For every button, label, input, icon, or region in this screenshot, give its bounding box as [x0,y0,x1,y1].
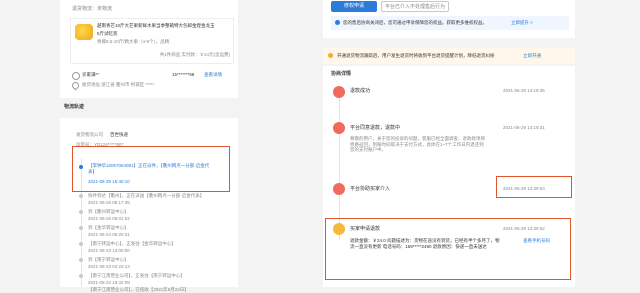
buyer-detail-link[interactable]: 查看详情 [204,72,222,78]
timeline-dot [79,226,83,230]
logistics-panel: 发货物流公司 百世快递 运单号：YD124*****80* 【李钟华100570… [60,118,238,292]
timeline-dot [79,194,83,198]
person-icon [72,72,80,80]
info-icon [335,20,340,25]
timeline-dot [79,210,83,214]
tip-text: 开通退货物流跟踪后，用户发生退货时将收到平台退货提醒计划，降低退货纠纷 [337,53,495,58]
timeline-event: 到【衢州转运中心】 [88,209,129,214]
product-spec: 青檬8.5-10斤/精大果（4-8个），品精 [97,39,170,44]
notice-link[interactable]: 立即提升 > [511,20,533,26]
timeline-time: 2021-06-25 05:01:52 [88,216,130,221]
timeline-event: 到【南宁转运中心】 [88,257,129,262]
timeline-event: 快件到达【衢州】，正在派送【衢州网点一分部·启金代表】 [88,193,205,198]
product-card[interactable]: 越南青芒10斤大芒果新鲜水果当季整箱特大包邮金煌金龙玉 5斤试吃装 青檬8.5-… [70,18,234,64]
timeline-event: 【南宁转运中心】，正发往【金华转运中心】 [88,241,176,246]
aftersale-top-panel: 修权申请 平台已介入不处理售后行为 您的售后协商关闭后，您可通过申诉保障您的权益… [323,0,575,38]
logistics-section-title: 物流轨迹 [64,104,85,110]
buyer-phone: 15*******98 [172,72,195,77]
history-actor: 退款成功 [350,88,371,94]
highlight-intervention-time [496,176,572,198]
history-body: 尊敬的用户，关于您的投诉的问题，客服已经全面调查，退款款项将原路返回，到账时间取… [350,136,485,153]
timeline-time: 2021-06-22 18:32:09 [88,280,130,285]
timeline-event: 【南宁江南营业公司】，已揽收【2021年6月22日】 [88,287,189,292]
warning-icon [328,53,333,58]
product-price: 共1件商品 实付款：￥24元(含运费) [159,52,230,57]
delivery-status: 退货物流：未物流 [72,6,113,12]
history-actor: 平台同意退款，退款中 [350,125,401,131]
history-actor: 平台协助买家介入 [350,186,391,192]
platform-avatar [333,183,345,195]
product-title-2: 5斤试吃装 [97,31,118,36]
order-panel: 退货物流：未物流 越南青芒10斤大芒果新鲜水果当季整箱特大包邮金煌金龙玉 5斤试… [60,0,238,98]
history-title: 协商详情 [331,71,352,77]
timeline-dot [79,274,83,278]
carrier-name: 百世快递 [110,132,128,137]
tip-link[interactable]: 立即开通 [523,53,541,59]
history-time: 2021-06-29 14:19:31 [503,125,545,130]
highlight-buyer-request [325,218,571,280]
merchant-avatar [333,86,345,98]
timeline-dot [79,242,83,246]
highlight-latest-event [72,146,230,192]
timeline-time: 2021-06-24 05:20:31 [88,232,130,237]
carrier-label: 发货物流公司 [76,132,103,137]
location-pin-icon [70,80,81,91]
history-time: 2021-06-29 14:19:35 [503,88,545,93]
timeline-event: 【南宁江南营业公司】，正发往【南宁转运中心】 [88,273,185,278]
rights-apply-button[interactable]: 修权申请 [331,1,377,12]
buyer-address: 收货地址:浙江省 衢州市 柯城区 ***** [82,82,155,87]
buyer-name: 买家满** [82,72,100,77]
timeline-event: 到【金华转运中心】 [88,225,129,230]
timeline-time: 2021-06-25 05:17:35 [88,200,130,205]
tip-bar: 开通退货物流跟踪后，用户发生退货时将收到平台退货提醒计划，降低退货纠纷 立即开通 [323,48,575,64]
notice-text: 您的售后协商关闭后，您可通过申诉保障您的权益。获取更多维权权益。 [343,20,487,25]
timeline-time: 2021-06-23 13:00:50 [88,248,130,253]
platform-status-button[interactable]: 平台已介入不处理售后行为 [381,1,449,12]
timeline-time: 2021-06-23 04:23:13 [88,264,130,269]
product-title[interactable]: 越南青芒10斤大芒果新鲜水果当季整箱特大包邮金煌金龙玉 [97,23,231,29]
mango-thumbnail [75,24,93,40]
timeline-dot [79,258,83,262]
notice-bar: 您的售后协商关闭后，您可通过申诉保障您的权益。获取更多维权权益。 立即提升 > [331,16,569,30]
platform-avatar [333,122,345,134]
